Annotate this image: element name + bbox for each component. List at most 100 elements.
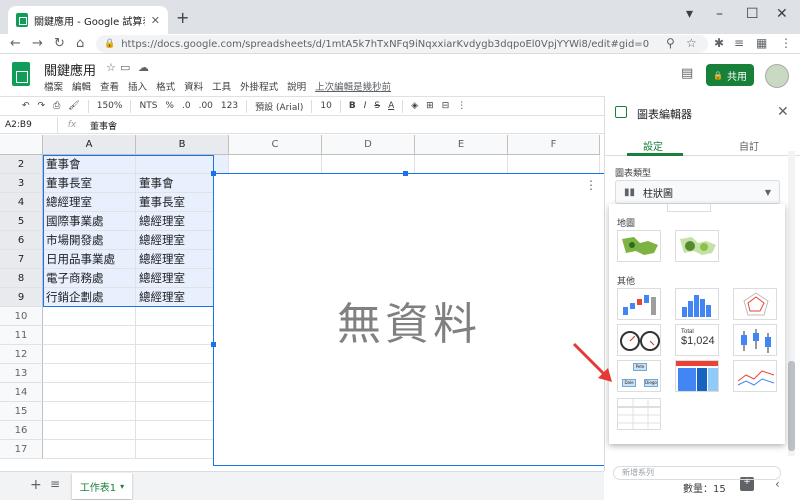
avatar[interactable]	[765, 64, 789, 88]
paint-format-icon[interactable]: 🖌	[68, 101, 79, 111]
chevron-down-icon[interactable]: ▾	[120, 482, 124, 491]
close-tab-icon[interactable]: ✕	[151, 14, 160, 27]
all-sheets-icon[interactable]: ≡	[50, 477, 60, 491]
add-series-input[interactable]: 新增系列	[613, 466, 781, 480]
candlestick-chart-thumb[interactable]	[733, 324, 777, 356]
menu-help[interactable]: 說明	[287, 79, 306, 93]
document-title[interactable]: 關鍵應用	[44, 60, 96, 79]
grid-cell[interactable]	[508, 155, 600, 174]
column-header[interactable]: B	[136, 135, 229, 155]
close-window-icon[interactable]: ✕	[776, 6, 788, 22]
grid-cell[interactable]	[322, 155, 415, 174]
font-size-select[interactable]: 10	[320, 101, 331, 111]
strikethrough-button[interactable]: S	[374, 101, 380, 111]
grid-cell[interactable]	[43, 307, 136, 326]
grid-cell[interactable]: 國際事業處	[43, 212, 136, 231]
timeline-chart-thumb[interactable]	[733, 360, 777, 392]
redo-icon[interactable]: ↷	[38, 101, 46, 111]
sheet-tab[interactable]: 工作表1 ▾	[72, 473, 132, 499]
column-header[interactable]: A	[43, 135, 136, 155]
menu-addons[interactable]: 外掛程式	[240, 79, 278, 93]
grid-cell[interactable]: 電子商務處	[43, 269, 136, 288]
add-sheet-icon[interactable]: +	[30, 477, 42, 493]
font-select[interactable]: 預設 (Arial)	[255, 100, 303, 113]
sheets-logo-icon[interactable]	[12, 62, 30, 86]
scorecard-chart-thumb[interactable]: Total $1,024	[675, 324, 719, 356]
row-header[interactable]: 13	[0, 364, 43, 383]
menu-tools[interactable]: 工具	[212, 79, 231, 93]
grid-cell[interactable]: 市場開發處	[43, 231, 136, 250]
chart-type-select[interactable]: ▮▮ 柱狀圖 ▼	[615, 180, 780, 204]
chart-menu-icon[interactable]: ⋮	[585, 178, 597, 192]
row-header[interactable]: 2	[0, 155, 43, 174]
more-formats-select[interactable]: 123	[221, 101, 238, 111]
merge-cells-icon[interactable]: ⊟	[442, 101, 450, 111]
resize-handle[interactable]	[211, 342, 216, 347]
percent-format-button[interactable]: %	[165, 101, 174, 111]
browser-tab[interactable]: 關鍵應用 - Google 試算表 ✕	[8, 6, 168, 34]
reading-list-icon[interactable]: ≡	[734, 36, 744, 50]
comment-history-icon[interactable]: ▤	[681, 66, 693, 81]
extensions-icon[interactable]: ✱	[714, 36, 724, 50]
zoom-select[interactable]: 150%	[97, 101, 123, 111]
geo-chart-thumb[interactable]	[617, 230, 661, 262]
scrollbar-thumb[interactable]	[788, 361, 795, 451]
new-tab-icon[interactable]: +	[176, 8, 189, 27]
row-header[interactable]: 4	[0, 193, 43, 212]
grid-cell[interactable]: 董事會	[43, 155, 136, 174]
grid-cell[interactable]	[43, 364, 136, 383]
formula-input[interactable]: 董事會	[86, 119, 117, 132]
last-edit-link[interactable]: 上次編輯是幾秒前	[315, 79, 391, 93]
row-header[interactable]: 12	[0, 345, 43, 364]
menu-view[interactable]: 查看	[100, 79, 119, 93]
grid-cell[interactable]: 總經理室	[43, 193, 136, 212]
italic-button[interactable]: I	[364, 101, 367, 111]
grid-cell[interactable]	[43, 402, 136, 421]
grid-cell[interactable]	[43, 421, 136, 440]
org-chart-thumb[interactable]: Pete Dale Diego	[617, 360, 661, 392]
grid-cell[interactable]	[43, 326, 136, 345]
increase-decimal-button[interactable]: .00	[199, 101, 213, 111]
corner-header[interactable]	[0, 135, 43, 155]
row-header[interactable]: 9	[0, 288, 43, 307]
profile-dropdown-icon[interactable]: ▾	[686, 6, 693, 22]
chart-thumb-previous[interactable]	[667, 204, 711, 212]
row-header[interactable]: 14	[0, 383, 43, 402]
row-header[interactable]: 6	[0, 231, 43, 250]
histogram-chart-thumb[interactable]	[675, 288, 719, 320]
address-bar[interactable]: 🔒 https://docs.google.com/spreadsheets/d…	[96, 35, 708, 53]
reload-icon[interactable]: ↻	[54, 36, 65, 51]
calendar-extension-icon[interactable]: ▦	[756, 36, 767, 50]
browser-menu-icon[interactable]: ⋮	[780, 36, 792, 50]
grid-cell[interactable]	[229, 155, 322, 174]
row-header[interactable]: 5	[0, 212, 43, 231]
grid-cell[interactable]	[43, 440, 136, 459]
table-chart-thumb[interactable]	[617, 398, 661, 430]
star-icon[interactable]: ☆	[106, 61, 116, 74]
name-box[interactable]: A2:B9	[0, 117, 58, 133]
row-header[interactable]: 11	[0, 326, 43, 345]
row-header[interactable]: 15	[0, 402, 43, 421]
search-icon[interactable]: ⚲	[666, 36, 675, 50]
currency-format-button[interactable]: NTS	[139, 101, 157, 111]
grid-cell[interactable]: 董事長室	[43, 174, 136, 193]
column-header[interactable]: E	[415, 135, 508, 155]
row-header[interactable]: 7	[0, 250, 43, 269]
text-color-button[interactable]: A	[388, 101, 394, 111]
more-tools-icon[interactable]: ⋮	[457, 101, 466, 111]
column-header[interactable]: D	[322, 135, 415, 155]
column-header[interactable]: F	[508, 135, 600, 155]
share-button[interactable]: 🔒 共用	[706, 64, 754, 86]
row-header[interactable]: 8	[0, 269, 43, 288]
resize-handle[interactable]	[403, 171, 408, 176]
resize-handle[interactable]	[211, 171, 216, 176]
bookmark-star-icon[interactable]: ☆	[686, 36, 697, 50]
move-folder-icon[interactable]: ▭	[120, 61, 130, 74]
borders-icon[interactable]: ⊞	[426, 101, 434, 111]
menu-data[interactable]: 資料	[184, 79, 203, 93]
print-icon[interactable]: ⎙	[53, 101, 60, 111]
home-icon[interactable]: ⌂	[76, 36, 84, 51]
treemap-chart-thumb[interactable]	[675, 360, 719, 392]
menu-format[interactable]: 格式	[156, 79, 175, 93]
decrease-decimal-button[interactable]: .0	[182, 101, 191, 111]
